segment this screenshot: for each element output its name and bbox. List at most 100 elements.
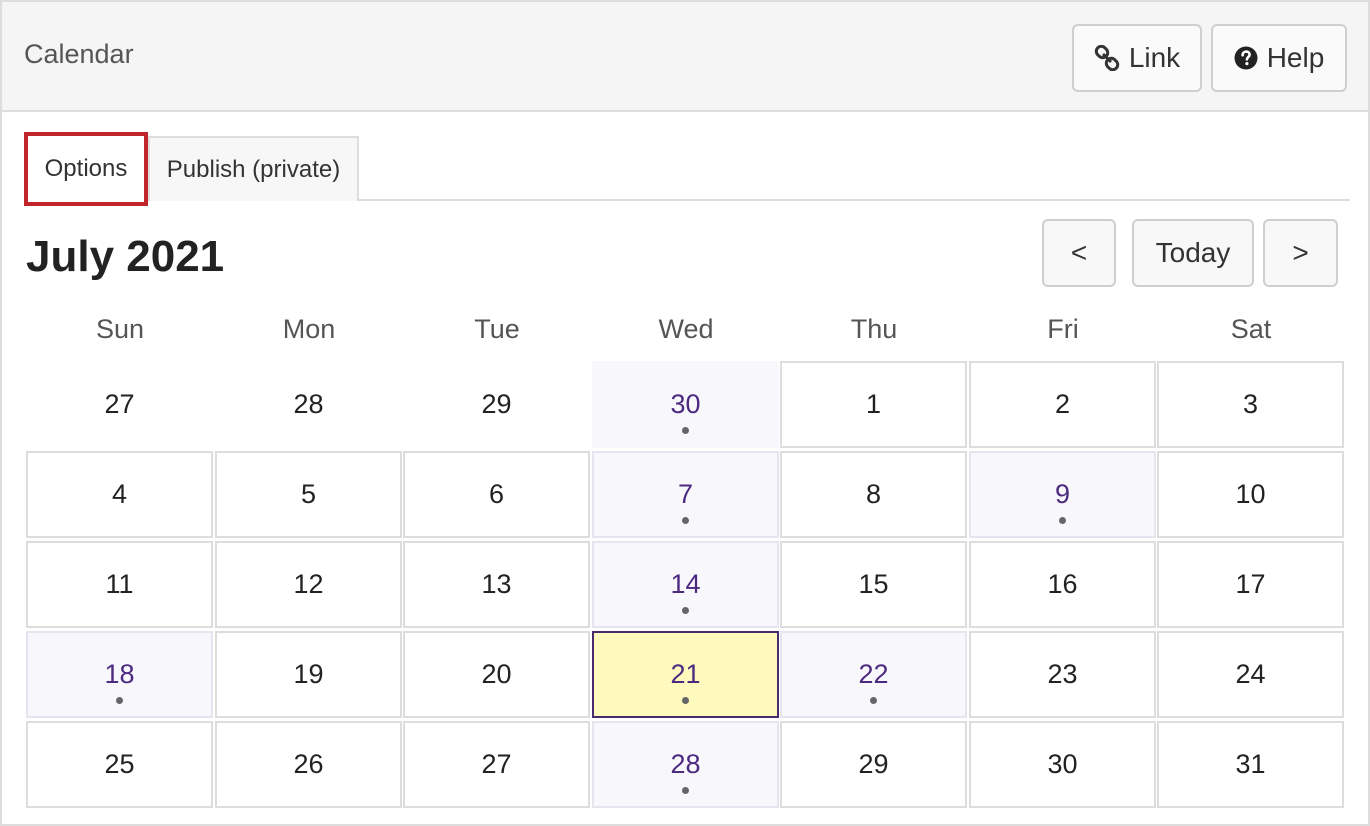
day-cell[interactable]: 20 xyxy=(403,631,590,718)
day-cell[interactable]: 1 xyxy=(780,361,967,448)
weekday-mon: Mon xyxy=(282,314,336,344)
day-cell[interactable]: 18 xyxy=(26,631,213,718)
day-cell[interactable]: 16 xyxy=(969,541,1156,628)
day-number: 30 xyxy=(1047,749,1078,779)
day-number: 7 xyxy=(677,479,694,509)
event-dot-icon xyxy=(682,787,689,794)
day-number: 28 xyxy=(293,389,324,419)
day-cell[interactable]: 24 xyxy=(1157,631,1344,718)
day-cell[interactable]: 29 xyxy=(403,361,590,448)
day-number: 1 xyxy=(865,389,882,419)
day-cell[interactable]: 10 xyxy=(1157,451,1344,538)
day-number: 19 xyxy=(293,659,324,689)
day-cell[interactable]: 12 xyxy=(215,541,402,628)
day-number: 30 xyxy=(670,389,701,419)
next-month-button[interactable]: > xyxy=(1263,219,1338,287)
day-cell[interactable]: 27 xyxy=(26,361,213,448)
event-dot-icon xyxy=(682,517,689,524)
day-number: 27 xyxy=(104,389,135,419)
month-title: July 2021 xyxy=(26,232,225,281)
day-number: 17 xyxy=(1235,569,1266,599)
day-number: 13 xyxy=(481,569,512,599)
weekday-tue: Tue xyxy=(474,314,520,344)
day-cell[interactable]: 4 xyxy=(26,451,213,538)
day-number: 10 xyxy=(1235,479,1266,509)
day-cell[interactable]: 17 xyxy=(1157,541,1344,628)
day-number: 20 xyxy=(481,659,512,689)
day-number: 14 xyxy=(670,569,701,599)
event-dot-icon xyxy=(116,697,123,704)
day-number: 26 xyxy=(293,749,324,779)
day-cell[interactable]: 5 xyxy=(215,451,402,538)
tab-options[interactable]: Options xyxy=(24,132,148,206)
day-cell[interactable]: 30 xyxy=(592,361,779,448)
day-number: 16 xyxy=(1047,569,1078,599)
weekday-sat: Sat xyxy=(1230,314,1272,344)
help-button-label: Help xyxy=(1266,42,1325,73)
weekday-sun: Sun xyxy=(95,314,145,344)
tab-publish[interactable]: Publish (private) xyxy=(148,136,359,201)
panel-header: Calendar Link Help xyxy=(2,2,1368,112)
day-cell[interactable]: 23 xyxy=(969,631,1156,718)
day-number: 23 xyxy=(1047,659,1078,689)
day-cell[interactable]: 19 xyxy=(215,631,402,718)
calendar-panel: Calendar Link Help Publish (private) Opt… xyxy=(0,0,1370,826)
link-button-label: Link xyxy=(1128,42,1181,73)
day-cell-today[interactable]: 21 xyxy=(592,631,779,718)
link-button[interactable]: Link xyxy=(1072,24,1202,92)
day-number: 3 xyxy=(1242,389,1259,419)
event-dot-icon xyxy=(1059,517,1066,524)
day-cell[interactable]: 2 xyxy=(969,361,1156,448)
today-button[interactable]: Today xyxy=(1132,219,1254,287)
day-cell[interactable]: 28 xyxy=(215,361,402,448)
day-cell[interactable]: 25 xyxy=(26,721,213,808)
day-number: 15 xyxy=(858,569,889,599)
day-number: 6 xyxy=(488,479,505,509)
weekday-thu: Thu xyxy=(850,314,898,344)
day-cell[interactable]: 26 xyxy=(215,721,402,808)
day-cell[interactable]: 7 xyxy=(592,451,779,538)
panel-title: Calendar xyxy=(24,39,134,69)
event-dot-icon xyxy=(682,607,689,614)
day-number: 27 xyxy=(481,749,512,779)
day-cell[interactable]: 31 xyxy=(1157,721,1344,808)
day-cell[interactable]: 6 xyxy=(403,451,590,538)
day-cell[interactable]: 15 xyxy=(780,541,967,628)
day-number: 5 xyxy=(300,479,317,509)
day-number: 24 xyxy=(1235,659,1266,689)
day-number: 29 xyxy=(481,389,512,419)
day-number: 12 xyxy=(293,569,324,599)
link-icon xyxy=(1094,45,1120,71)
day-cell[interactable]: 29 xyxy=(780,721,967,808)
question-circle-icon xyxy=(1234,46,1258,70)
day-cell[interactable]: 30 xyxy=(969,721,1156,808)
day-cell[interactable]: 28 xyxy=(592,721,779,808)
day-number: 29 xyxy=(858,749,889,779)
event-dot-icon xyxy=(682,427,689,434)
tab-options-label: Options xyxy=(44,155,128,182)
day-number: 4 xyxy=(111,479,128,509)
day-number: 9 xyxy=(1054,479,1071,509)
day-number: 25 xyxy=(104,749,135,779)
day-cell[interactable]: 13 xyxy=(403,541,590,628)
tab-publish-label: Publish (private) xyxy=(166,155,341,183)
event-dot-icon xyxy=(870,697,877,704)
day-cell[interactable]: 22 xyxy=(780,631,967,718)
day-number: 31 xyxy=(1235,749,1266,779)
day-cell[interactable]: 9 xyxy=(969,451,1156,538)
prev-month-button[interactable]: < xyxy=(1042,219,1116,287)
day-number: 28 xyxy=(670,749,701,779)
day-number: 18 xyxy=(104,659,135,689)
weekday-wed: Wed xyxy=(658,314,714,344)
day-cell[interactable]: 3 xyxy=(1157,361,1344,448)
help-button[interactable]: Help xyxy=(1211,24,1347,92)
day-cell[interactable]: 27 xyxy=(403,721,590,808)
event-dot-icon xyxy=(682,697,689,704)
day-number: 21 xyxy=(670,659,701,689)
day-cell[interactable]: 8 xyxy=(780,451,967,538)
day-number: 22 xyxy=(858,659,889,689)
day-cell[interactable]: 11 xyxy=(26,541,213,628)
day-number: 2 xyxy=(1054,389,1071,419)
day-number: 11 xyxy=(105,569,134,599)
day-cell[interactable]: 14 xyxy=(592,541,779,628)
